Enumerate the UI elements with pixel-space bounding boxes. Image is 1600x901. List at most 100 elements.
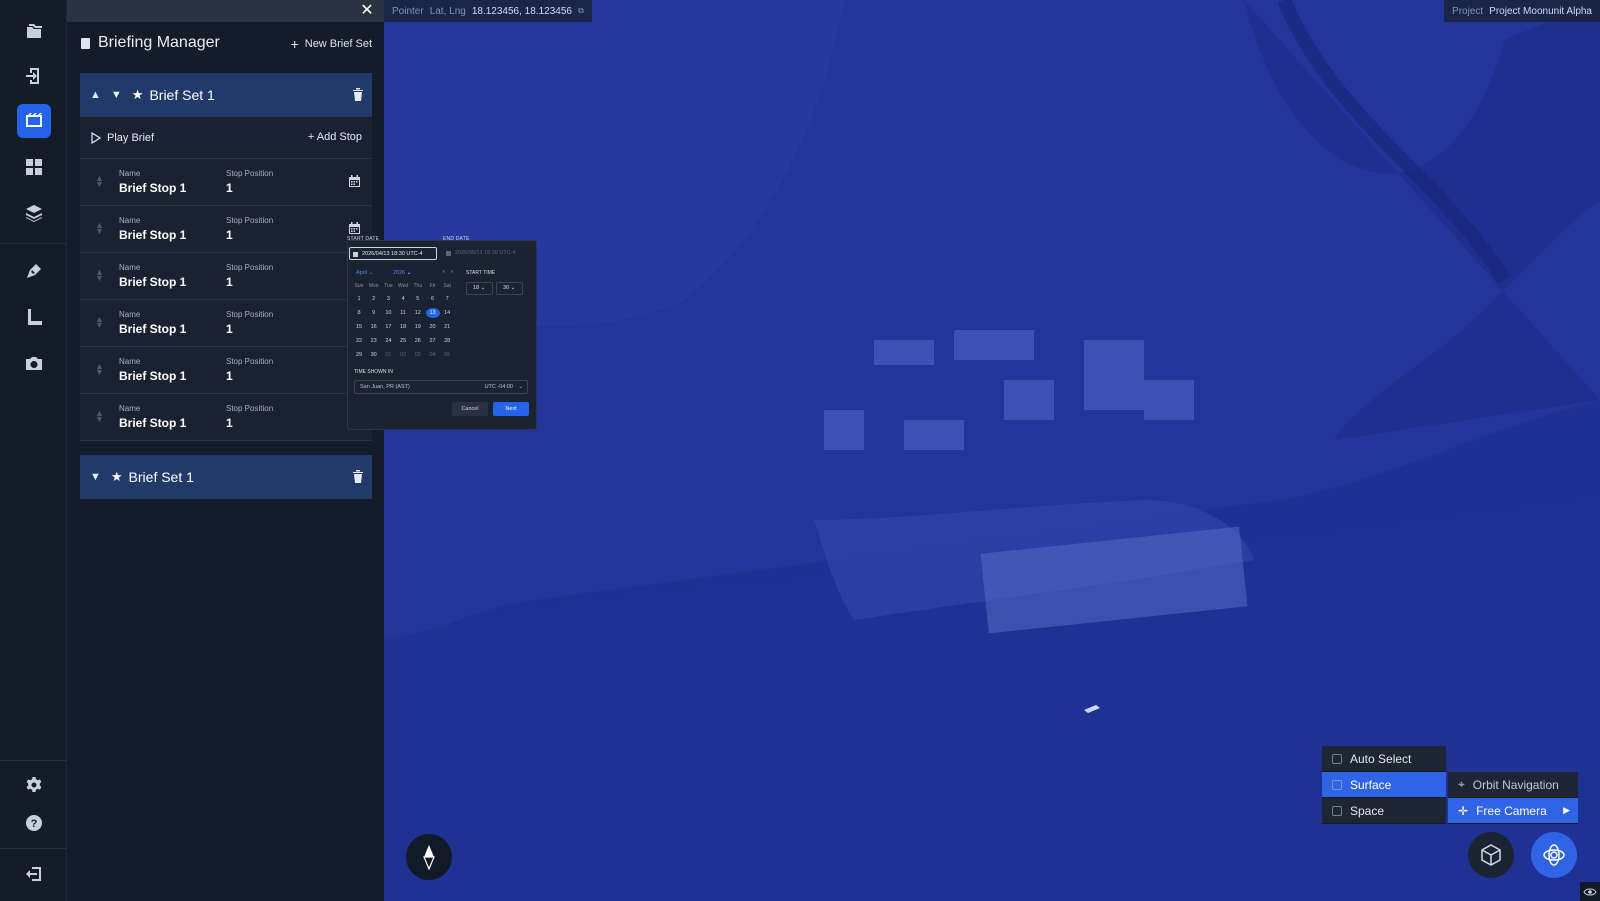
eye-icon[interactable] [1580,882,1600,901]
hour-select[interactable]: 18 ⌄ [466,282,493,295]
new-brief-set-button[interactable]: + New Brief Set [291,36,372,52]
prev-month-icon[interactable]: ‹ [443,269,445,275]
calendar-day[interactable]: 14 [440,310,454,316]
chevron-down-icon[interactable]: ▼ [90,471,101,483]
stop-position-label: Stop Position [226,169,274,178]
folders-icon[interactable] [17,14,51,48]
stop-name-label: Name [119,169,141,178]
brief-stop-row[interactable]: ▲ ▼ Name Brief Stop 1 Stop Position 1 [80,300,372,347]
drag-handle-icon[interactable]: ▲ ▼ [95,315,104,330]
calendar-day[interactable]: 25 [396,338,410,344]
compass-button[interactable] [406,834,452,880]
calendar-day[interactable]: 6 [426,296,440,302]
calendar-day[interactable]: 15 [352,324,366,330]
layers-icon[interactable] [17,196,51,230]
month-select[interactable]: April ⌄ [356,270,373,276]
stop-name-value: Brief Stop 1 [119,369,187,383]
calendar-day[interactable]: 02 [396,352,410,358]
brief-stop-row[interactable]: ▲ ▼ Name Brief Stop 1 Stop Position 1 [80,206,372,253]
logout-icon[interactable] [17,857,51,891]
calendar-day[interactable]: 24 [381,338,395,344]
settings-icon[interactable] [17,768,51,802]
calendar-day[interactable]: 20 [426,324,440,330]
brief-stop-row[interactable]: ▲ ▼ Name Brief Stop 1 Stop Position 1 [80,347,372,394]
next-button[interactable]: Next [493,402,529,416]
calendar-day[interactable]: 23 [367,338,381,344]
nav-mode-item[interactable]: ✛ Free Camera ▶ [1448,798,1578,824]
calendar-day[interactable]: 27 [426,338,440,344]
minute-select[interactable]: 30 ⌄ [496,282,523,295]
calendar-day[interactable]: 03 [411,352,425,358]
brief-set-name: Brief Set 1 [149,87,215,103]
close-icon[interactable]: ✕ [358,2,376,20]
calendar-day[interactable]: 22 [352,338,366,344]
calendar-icon[interactable] [349,175,360,187]
calendar-day[interactable]: 16 [367,324,381,330]
calendar-day[interactable]: 12 [411,310,425,316]
dashboard-icon[interactable] [17,150,51,184]
trash-icon[interactable] [352,87,364,101]
calendar-day[interactable]: 1 [352,296,366,302]
brief-stop-row[interactable]: ▲ ▼ Name Brief Stop 1 Stop Position 1 [80,159,372,206]
mode-item[interactable]: Surface [1322,772,1446,798]
calendar-day[interactable]: 21 [440,324,454,330]
drag-handle-icon[interactable]: ▲ ▼ [95,409,104,424]
brief-stop-row[interactable]: ▲ ▼ Name Brief Stop 1 Stop Position 1 [80,394,372,441]
year-select[interactable]: 2026 ⌄ [393,270,411,276]
drag-handle-icon[interactable]: ▲ ▼ [95,268,104,283]
globe-cube-button[interactable] [1468,832,1514,878]
calendar-day[interactable]: 7 [440,296,454,302]
nav-mode-item[interactable]: ⌖ Orbit Navigation [1448,772,1578,798]
end-date-input[interactable]: 2026/05/13 18:30 UTC-4 [443,247,531,260]
brief-stop-row[interactable]: ▲ ▼ Name Brief Stop 1 Stop Position 1 [80,253,372,300]
stop-position-label: Stop Position [226,216,274,225]
navigation-mode-button[interactable] [1531,832,1577,878]
brief-set-header[interactable]: ▼ ★ Brief Set 1 [80,455,372,499]
drag-handle-icon[interactable]: ▲ ▼ [95,174,104,189]
play-icon[interactable] [91,131,101,144]
cancel-button[interactable]: Cancel [452,402,488,416]
measure-icon[interactable] [17,300,51,334]
calendar-day[interactable]: 2 [367,296,381,302]
add-stop-button[interactable]: + Add Stop [308,131,362,143]
camera-icon[interactable] [17,346,51,380]
calendar-day[interactable]: 28 [440,338,454,344]
trash-icon[interactable] [352,469,364,483]
play-brief-button[interactable]: Play Brief [107,132,154,144]
calendar-day[interactable]: 01 [381,352,395,358]
star-icon[interactable]: ★ [111,469,123,485]
drag-handle-icon[interactable]: ▲ ▼ [95,221,104,236]
calendar-day[interactable]: 17 [381,324,395,330]
star-icon[interactable]: ★ [132,87,144,103]
brief-set-header[interactable]: ▲ ▼ ★ Brief Set 1 [80,73,372,117]
calendar-icon[interactable] [349,222,360,234]
calendar-day[interactable]: 26 [411,338,425,344]
calendar-day[interactable]: 19 [411,324,425,330]
calendar-day[interactable]: 4 [396,296,410,302]
start-date-input[interactable]: 2026/04/13 18:30 UTC-4 [349,247,437,260]
calendar-day[interactable]: 10 [381,310,395,316]
mode-item[interactable]: Space [1322,798,1446,824]
calendar-day[interactable]: 30 [367,352,381,358]
copy-icon[interactable]: ⧉ [578,6,584,16]
briefing-icon[interactable] [17,104,51,138]
calendar-day[interactable]: 29 [352,352,366,358]
tz-select[interactable]: San Juan, PR (AST) UTC -04:00 ⌄ [354,380,528,394]
calendar-day[interactable]: 3 [381,296,395,302]
chevron-down-icon[interactable]: ▼ [111,89,122,101]
pen-tool-icon[interactable] [17,254,51,288]
drag-handle-icon[interactable]: ▲ ▼ [95,362,104,377]
calendar-day[interactable]: 9 [367,310,381,316]
calendar-day[interactable]: 5 [411,296,425,302]
help-icon[interactable]: ? [17,806,51,840]
calendar-day[interactable]: 8 [352,310,366,316]
calendar-day[interactable]: 04 [426,352,440,358]
chevron-up-icon[interactable]: ▲ [90,89,101,101]
calendar-day[interactable]: 11 [396,310,410,316]
mode-item[interactable]: Auto Select [1322,746,1446,772]
next-month-icon[interactable]: › [451,269,453,275]
calendar-day[interactable]: 18 [396,324,410,330]
import-icon[interactable] [17,59,51,93]
calendar-day[interactable]: 05 [440,352,454,358]
calendar-day[interactable]: 13 [425,308,440,318]
